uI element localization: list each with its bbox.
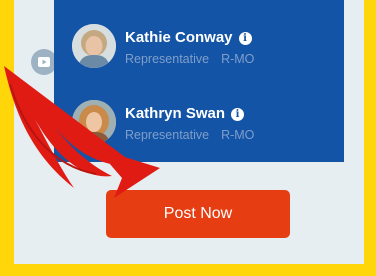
representative-name: Kathie Conway i — [125, 29, 252, 46]
avatar — [72, 24, 116, 68]
representative-item[interactable]: Kathie Conway i Representative R-MO — [72, 24, 340, 72]
avatar — [72, 100, 116, 144]
post-now-button[interactable]: Post Now — [106, 190, 290, 238]
info-icon[interactable]: i — [231, 108, 245, 121]
info-icon[interactable]: i — [238, 32, 252, 45]
representative-meta: Representative R-MO — [125, 52, 255, 66]
representative-meta: Representative R-MO — [125, 128, 255, 142]
representative-item[interactable]: Kathryn Swan i Representative R-MO — [72, 100, 340, 148]
representative-name: Kathryn Swan i — [125, 105, 245, 122]
